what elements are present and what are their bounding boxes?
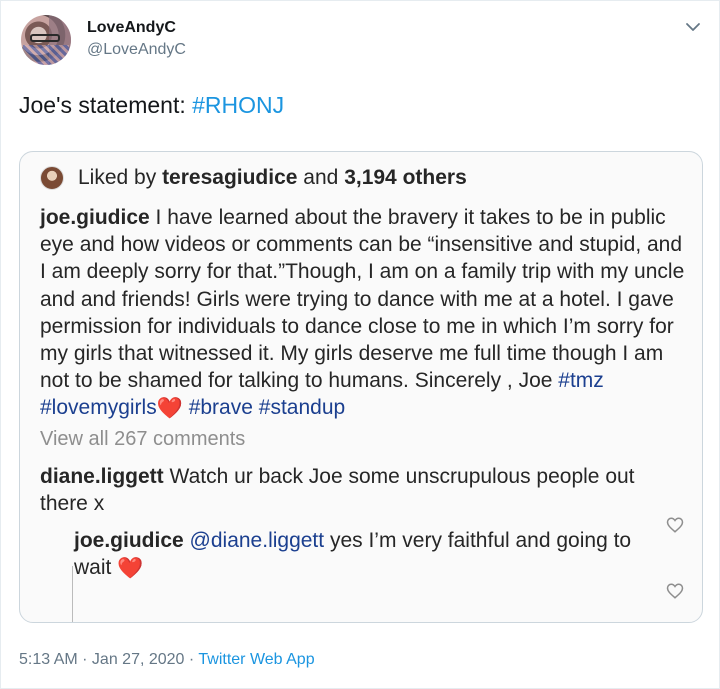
heart-emoji-icon: ❤️ [156,397,183,421]
view-all-comments: View all 267 comments [40,427,246,450]
tweet-time[interactable]: 5:13 AM [19,651,78,668]
comment-reply: joe.giudice @diane.liggett yes I’m very … [74,527,634,581]
handle[interactable]: @LoveAndyC [87,41,186,59]
heart-emoji-icon: ❤️ [117,557,144,581]
tweet-text: Joe's statement: #RHONJ [19,92,284,119]
liked-and: and [297,166,345,189]
display-name[interactable]: LoveAndyC [87,19,176,37]
heart-outline-icon [666,583,684,599]
liker-avatar [40,166,64,190]
quoted-screenshot[interactable]: Liked by teresagiudice and 3,194 others … [19,151,703,623]
reply-thread-line [72,566,73,622]
liked-count: 3,194 others [344,166,467,189]
heart-outline-icon [666,517,684,533]
tweet-text-body: Joe's statement: [19,92,193,118]
instagram-post: Liked by teresagiudice and 3,194 others … [40,160,690,581]
caption-tag: #lovemygirls [40,396,157,420]
caption-tag: #tmz [558,369,604,393]
avatar-pattern-shape [23,45,69,65]
liked-by-row: Liked by teresagiudice and 3,194 others [40,160,690,196]
tweet-source[interactable]: Twitter Web App [198,651,314,668]
reply-mention: @diane.liggett [189,529,325,553]
caption-tag: #brave [188,396,253,420]
avatar-glasses-shape [30,34,60,42]
hashtag-link[interactable]: #RHONJ [192,92,284,118]
avatar[interactable] [21,15,71,65]
comment: diane.liggett Watch ur back Joe some uns… [40,463,650,517]
post-caption: joe.giudice I have learned about the bra… [40,204,690,422]
meta-separator: · [77,651,92,668]
reply-user: joe.giudice [74,529,184,553]
liked-prefix: Liked by [78,166,157,189]
liked-user: teresagiudice [162,166,298,189]
tweet-header: LoveAndyC @LoveAndyC [21,15,701,75]
tweet-date[interactable]: Jan 27, 2020 [92,651,185,668]
tweet-meta: 5:13 AM · Jan 27, 2020 · Twitter Web App [19,651,315,669]
caption-text: I have learned about the bravery it take… [40,206,685,393]
caption-user: joe.giudice [40,206,150,229]
tweet-card: LoveAndyC @LoveAndyC Joe's statement: #R… [0,0,720,689]
caption-tag: #standup [258,396,346,420]
chevron-down-icon[interactable] [685,19,701,35]
comment-user: diane.liggett [40,464,164,488]
meta-separator: · [184,651,199,668]
